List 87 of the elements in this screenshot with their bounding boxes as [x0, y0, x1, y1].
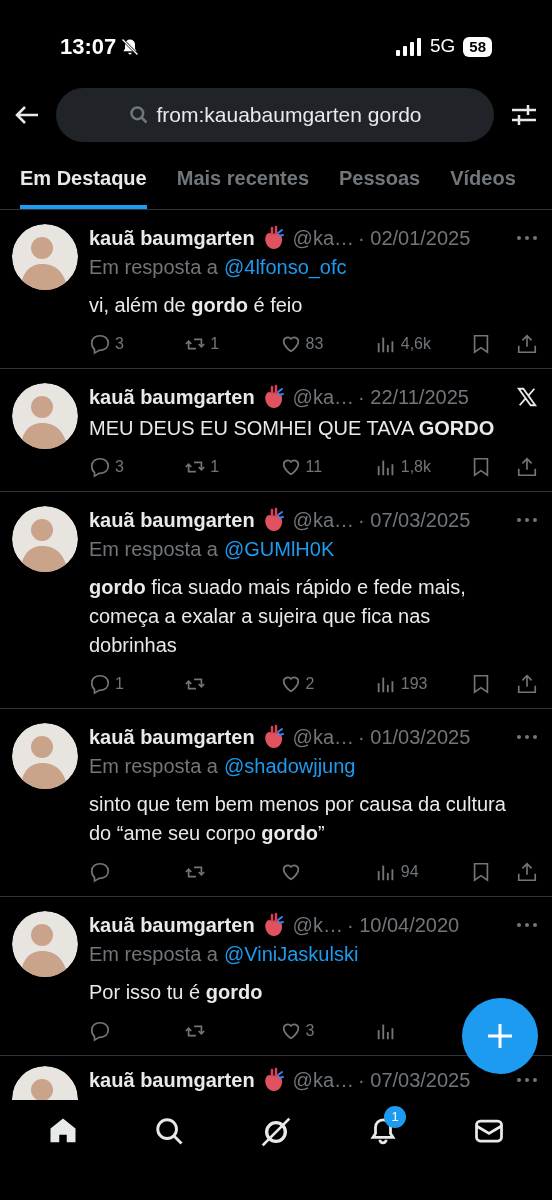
search-tab[interactable]: Vídeos [450, 156, 516, 209]
post-text: sinto que tem bem menos por causa da cultura do “ame seu corpo gordo” [89, 792, 507, 846]
author-name[interactable]: kauã baumgarten [89, 1066, 255, 1094]
view-count: 193 [400, 674, 428, 694]
like-count: 3 [305, 1021, 315, 1041]
share-icon[interactable] [516, 673, 538, 695]
avatar[interactable] [12, 723, 78, 789]
more-icon[interactable] [516, 922, 538, 928]
post-text: Por isso tu é gordo [89, 980, 264, 1005]
search-icon [128, 105, 149, 125]
search-field[interactable]: from:kauabaumgarten gordo [56, 88, 494, 142]
search-tab[interactable]: Mais recentes [176, 156, 309, 209]
repost-count: 1 [210, 334, 220, 354]
like-count: 83 [305, 334, 324, 354]
notification-badge: 1 [384, 1106, 406, 1128]
more-icon[interactable] [516, 235, 538, 241]
author-name[interactable]: kauã baumgarten [89, 383, 255, 411]
post-text: gordo fica suado mais rápido e fede mais, começa a exalar a sujeira que fica nas dobrinhas [89, 575, 467, 658]
author-name[interactable]: kauã baumgarten [89, 506, 255, 534]
avatar[interactable] [12, 224, 78, 290]
battery-indicator: 58 [463, 36, 492, 57]
reply-label: Em resposta a [89, 537, 218, 562]
more-icon[interactable] [516, 1077, 538, 1083]
reply-icon[interactable] [89, 1020, 111, 1042]
reply-count: 3 [115, 334, 124, 354]
slashed-circle-icon[interactable] [260, 1116, 292, 1148]
like-count: 2 [305, 674, 315, 694]
view-count: 1,8k [400, 457, 431, 477]
more-icon[interactable] [516, 734, 538, 740]
share-icon[interactable] [516, 861, 538, 883]
author-handle: @ka… [292, 725, 355, 750]
author-handle: @ka… [292, 508, 355, 533]
post-date: · 02/01/2025 [358, 226, 471, 251]
author-name[interactable]: kauã baumgarten [89, 224, 255, 252]
plus-icon [487, 1023, 513, 1049]
author-handle: @ka… [292, 226, 355, 251]
author-name[interactable]: kauã baumgarten [89, 911, 255, 939]
share-icon[interactable] [516, 456, 538, 478]
avatar[interactable] [12, 383, 78, 449]
reply-label: Em resposta a [89, 754, 218, 779]
view-count: 94 [400, 862, 419, 882]
repost-count: 1 [210, 457, 220, 477]
reply-icon[interactable] [89, 333, 111, 355]
status-time: 13:07 [60, 33, 117, 61]
reply-icon[interactable] [89, 861, 111, 883]
search-tab[interactable]: Em Destaque [20, 156, 147, 209]
post-date: · 07/03/2025 [358, 508, 471, 533]
author-name[interactable]: kauã baumgarten [89, 723, 255, 751]
like-count: 11 [305, 457, 323, 477]
reply-mention-link[interactable]: @4lfonso_ofc [223, 252, 347, 282]
author-handle: @k… [292, 913, 343, 938]
back-arrow-icon[interactable] [14, 104, 40, 126]
reply-mention-link[interactable]: @ViniJaskulski [223, 939, 359, 969]
post-date: · 10/04/2020 [346, 913, 460, 938]
anatomical-heart-icon [262, 724, 285, 750]
reply-icon[interactable] [89, 673, 111, 695]
reply-label: Em resposta a [89, 255, 218, 280]
anatomical-heart-icon [262, 912, 285, 938]
post-date: · 01/03/2025 [358, 725, 471, 750]
search-icon[interactable] [154, 1116, 184, 1146]
anatomical-heart-icon [262, 1067, 285, 1093]
x-logo-icon [516, 386, 538, 408]
anatomical-heart-icon [262, 384, 285, 410]
reply-count: 1 [115, 674, 124, 694]
reply-mention-link[interactable]: @GUMlH0K [223, 534, 335, 564]
post-date: · 22/11/2025 [358, 385, 469, 410]
bell-slash-icon [120, 36, 141, 57]
search-tab[interactable]: Pessoas [339, 156, 421, 209]
anatomical-heart-icon [262, 507, 285, 533]
reply-mention-link[interactable]: @shadowjjung [223, 751, 356, 781]
author-handle: @ka… [292, 385, 355, 410]
more-icon[interactable] [516, 517, 538, 523]
reply-icon[interactable] [89, 456, 111, 478]
post-text: vi, além de gordo é feio [89, 293, 304, 318]
filter-sliders-icon[interactable] [510, 102, 538, 128]
post-text: MEU DEUS EU SOMHEI QUE TAVA GORDO [89, 416, 496, 441]
author-handle: @ka… [292, 1068, 355, 1093]
signal-icon [395, 37, 422, 56]
avatar[interactable] [12, 911, 78, 977]
post-date: · 07/03/2025 [358, 1068, 471, 1093]
avatar[interactable] [12, 506, 78, 572]
share-icon[interactable] [516, 333, 538, 355]
view-count: 4,6k [400, 334, 431, 354]
reply-count: 3 [115, 457, 124, 477]
anatomical-heart-icon [262, 225, 285, 251]
network-label: 5G [429, 34, 456, 59]
reply-label: Em resposta a [89, 942, 218, 967]
